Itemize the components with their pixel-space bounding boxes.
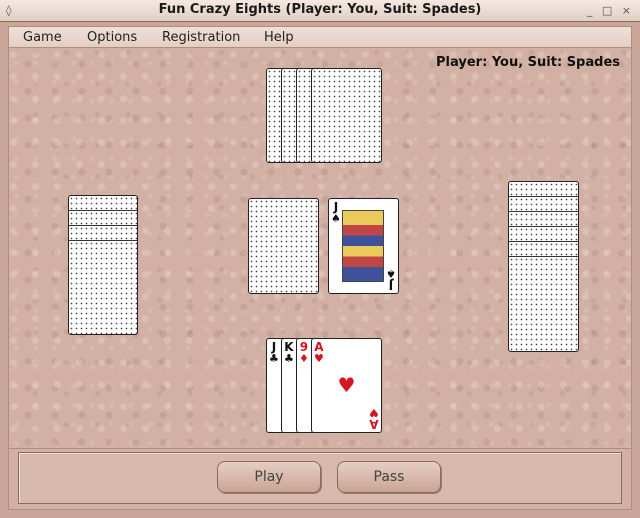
card-index: J ♠ bbox=[331, 201, 341, 224]
spade-icon: ♠ bbox=[331, 212, 341, 225]
spade-icon: ♠ bbox=[386, 267, 396, 280]
opponent-north-card bbox=[311, 68, 382, 163]
heart-icon: ♥ bbox=[314, 352, 324, 365]
card-edge bbox=[509, 196, 578, 197]
play-button[interactable]: Play bbox=[217, 461, 321, 493]
card-edge bbox=[509, 241, 578, 242]
card-index: K ♣ bbox=[284, 341, 294, 364]
window-title: Fun Crazy Eights (Player: You, Suit: Spa… bbox=[158, 2, 482, 17]
card-index: A ♥ bbox=[314, 341, 324, 364]
opponent-west-hand bbox=[68, 195, 138, 335]
heart-icon: ♥ bbox=[369, 406, 379, 419]
menu-help[interactable]: Help bbox=[264, 30, 294, 45]
jack-face-art bbox=[342, 210, 384, 282]
pass-button[interactable]: Pass bbox=[337, 461, 441, 493]
menu-registration[interactable]: Registration bbox=[162, 30, 240, 45]
card-edge bbox=[509, 256, 578, 257]
menu-bar: Game Options Registration Help bbox=[8, 26, 632, 48]
menu-options[interactable]: Options bbox=[87, 30, 137, 45]
menu-game[interactable]: Game bbox=[23, 30, 62, 45]
card-edge bbox=[69, 210, 137, 211]
status-text: Player: You, Suit: Spades bbox=[436, 55, 620, 70]
card-rank: J bbox=[388, 278, 394, 292]
card-index: J ♣ bbox=[269, 341, 279, 364]
card-index-bottom: J ♠ bbox=[386, 267, 396, 292]
card-index: 9 ♦ bbox=[299, 341, 309, 364]
card-edge bbox=[69, 240, 137, 241]
hand-card-ace-hearts[interactable]: A ♥ ♥ A ♥ bbox=[311, 338, 382, 433]
card-rank: A bbox=[369, 417, 379, 431]
card-edge bbox=[69, 225, 137, 226]
diamond-icon: ♦ bbox=[299, 352, 309, 365]
heart-icon: ♥ bbox=[337, 373, 356, 397]
draw-pile[interactable] bbox=[248, 198, 319, 294]
window-controls[interactable]: _ □ × bbox=[587, 4, 634, 17]
card-edge bbox=[509, 226, 578, 227]
card-index-bottom: A ♥ bbox=[369, 406, 379, 431]
opponent-east-hand bbox=[508, 181, 579, 352]
discard-pile-card: J ♠ J ♠ bbox=[328, 198, 399, 294]
title-bar: ◊ Fun Crazy Eights (Player: You, Suit: S… bbox=[0, 0, 640, 22]
card-edge bbox=[509, 211, 578, 212]
club-icon: ♣ bbox=[269, 352, 279, 365]
club-icon: ♣ bbox=[284, 352, 294, 365]
